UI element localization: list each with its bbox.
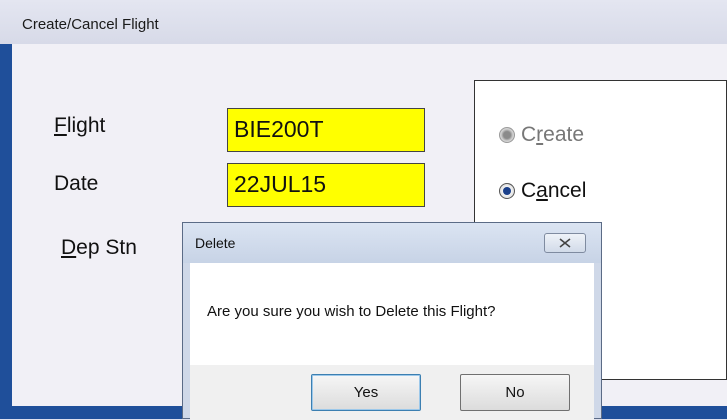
create-radio-option[interactable]: Create: [499, 123, 584, 147]
close-icon: [559, 238, 571, 248]
flight-label: Flight: [54, 114, 105, 138]
dialog-titlebar: Delete: [183, 223, 601, 263]
dep-stn-label: Dep Stn: [61, 236, 137, 260]
cancel-label-prefix: C: [521, 179, 537, 202]
dialog-title: Delete: [195, 235, 236, 251]
dialog-close-button[interactable]: [544, 233, 586, 253]
dep-stn-label-hotkey: D: [61, 236, 77, 259]
create-radio-label: Create: [521, 123, 584, 147]
dep-stn-label-text: ep Stn: [76, 236, 137, 259]
flight-label-hotkey: F: [54, 114, 67, 137]
cancel-label-rest: ncel: [547, 179, 587, 202]
date-field[interactable]: 22JUL15: [227, 163, 425, 207]
flight-field[interactable]: BIE200T: [227, 108, 425, 152]
cancel-label-hotkey: a: [536, 179, 548, 202]
create-radio-button[interactable]: [499, 127, 515, 143]
window-titlebar: Create/Cancel Flight: [0, 0, 727, 44]
yes-button[interactable]: Yes: [311, 374, 421, 411]
window-title: Create/Cancel Flight: [22, 16, 159, 33]
date-label: Date: [54, 172, 99, 195]
create-label-rest: eate: [543, 123, 585, 146]
create-label-prefix: C: [521, 123, 537, 146]
flight-label-text: light: [66, 114, 106, 137]
cancel-radio-option[interactable]: Cancel: [499, 179, 586, 203]
no-button[interactable]: No: [460, 374, 570, 411]
cancel-radio-button[interactable]: [499, 183, 515, 199]
delete-dialog: Delete Are you sure you wish to Delete t…: [182, 222, 602, 420]
cancel-radio-label: Cancel: [521, 179, 586, 203]
dialog-message: Are you sure you wish to Delete this Fli…: [207, 303, 496, 320]
